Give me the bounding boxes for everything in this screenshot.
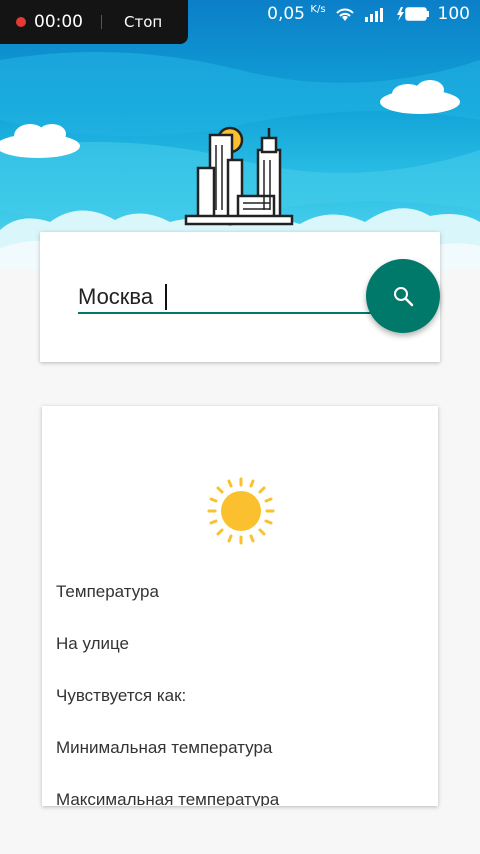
record-divider	[101, 15, 102, 29]
battery-level: 100	[437, 4, 470, 24]
record-dot-icon	[16, 17, 26, 27]
text-cursor	[165, 284, 167, 310]
sun-icon	[207, 477, 275, 545]
search-button[interactable]	[366, 259, 440, 333]
city-input[interactable]	[78, 282, 368, 312]
record-stop-button[interactable]: Стоп	[124, 13, 162, 31]
network-speed: 0,05 K/s	[267, 4, 326, 24]
signal-icon	[364, 8, 383, 22]
wifi-icon	[335, 8, 354, 21]
status-bar: 00:00 Стоп 0,05 K/s 100	[0, 0, 480, 44]
min-temperature-label: Минимальная температура	[56, 738, 273, 757]
weather-card: Температура На улице Чувствуется как: Ми…	[42, 406, 438, 806]
feels-like-label: Чувствуется как:	[56, 686, 187, 705]
screen-record-pill[interactable]: 00:00 Стоп	[0, 0, 188, 44]
city-icon	[184, 126, 294, 226]
max-temperature-label: Максимальная температура	[56, 790, 280, 806]
battery-icon	[396, 7, 429, 21]
input-underline	[78, 312, 372, 314]
search-icon	[394, 287, 414, 307]
status-icons: 0,05 K/s 100	[267, 4, 470, 24]
outside-label: На улице	[56, 634, 129, 653]
temperature-label: Температура	[56, 582, 159, 601]
record-timer: 00:00	[34, 12, 83, 32]
